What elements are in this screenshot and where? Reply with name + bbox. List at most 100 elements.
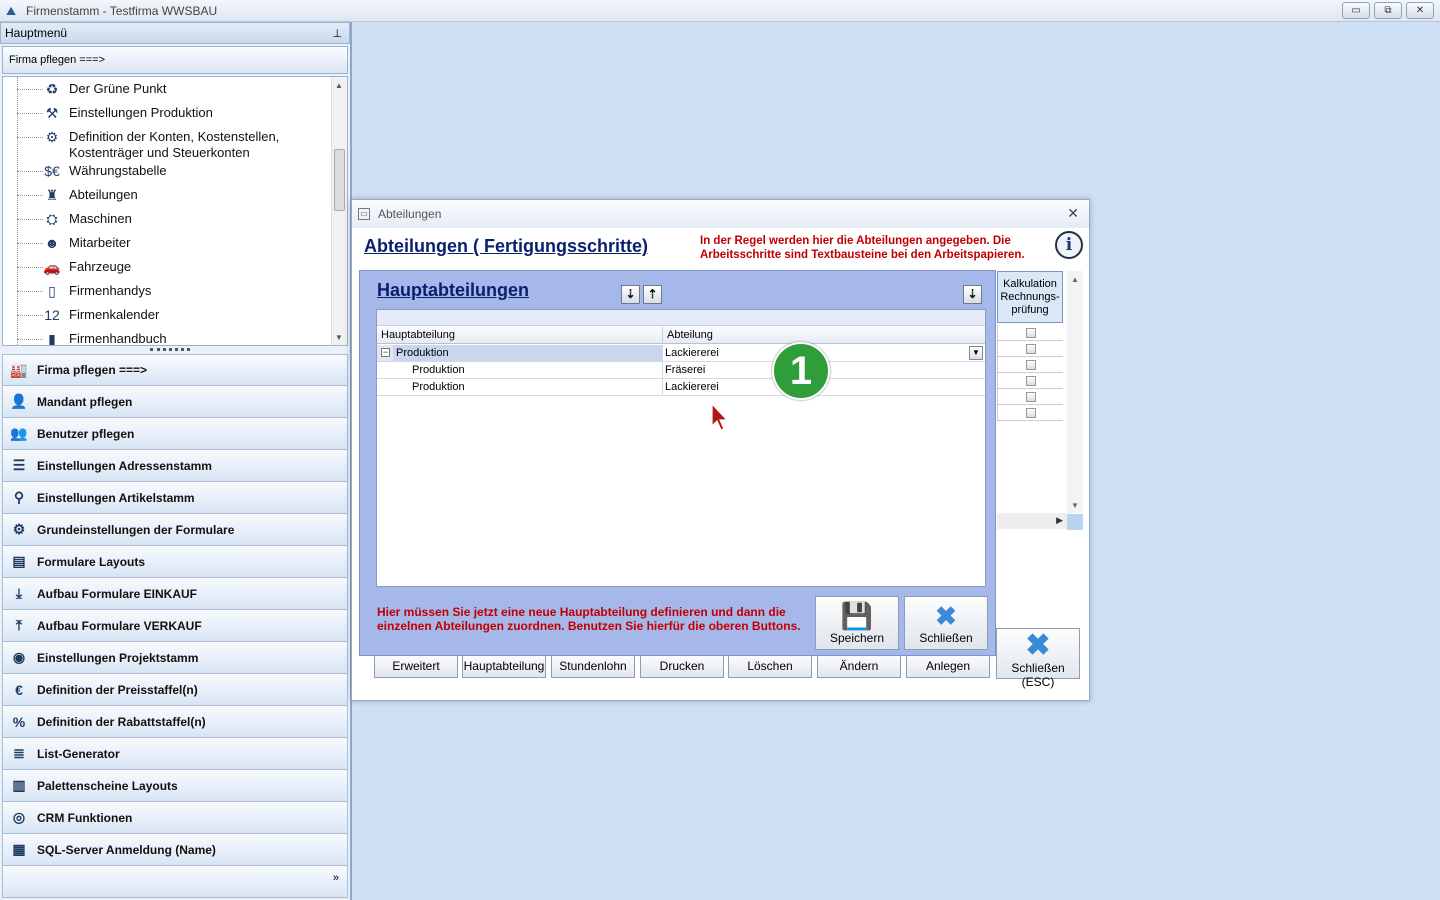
group-hauptabteilung-cell[interactable]: Produktion — [393, 345, 663, 361]
grid-vertical-scrollbar[interactable]: ▲ ▼ — [1067, 271, 1083, 513]
scroll-up-icon[interactable]: ▲ — [335, 81, 343, 90]
menu-item-label: SQL-Server Anmeldung (Name) — [37, 842, 216, 857]
tree-item[interactable]: 12 Firmenkalender — [41, 305, 159, 325]
menu-item-label: Definition der Rabattstaffel(n) — [37, 714, 206, 729]
kalk-row — [997, 389, 1063, 405]
close-window-button[interactable]: ✕ — [1406, 2, 1434, 19]
checkbox[interactable] — [1026, 360, 1036, 370]
info-icon[interactable]: i — [1055, 231, 1083, 259]
checkbox[interactable] — [1026, 408, 1036, 418]
menu-item[interactable]: ◉ Einstellungen Projektstamm — [2, 642, 348, 674]
menu-item[interactable]: ▤ Formulare Layouts — [2, 546, 348, 578]
scrollbar-thumb[interactable] — [334, 149, 345, 211]
current-section-bar[interactable]: Firma pflegen ===> — [2, 46, 348, 74]
scroll-right-icon[interactable]: ▶ — [1056, 515, 1063, 526]
main-menu-list: 🏭 Firma pflegen ===> 👤 Mandant pflegen 👥 Benu… — [2, 354, 348, 898]
tree-scrollbar[interactable]: ▲ ▼ — [331, 77, 347, 345]
scroll-down-icon[interactable]: ▼ — [335, 333, 343, 342]
scroll-up-icon[interactable]: ▲ — [1071, 275, 1079, 284]
client-icon: 👤 — [10, 393, 28, 409]
stundenlohn-button[interactable]: Stundenlohn — [551, 654, 635, 678]
tree-connector — [17, 171, 43, 172]
menu-item[interactable]: ☰ Einstellungen Adressenstamm — [2, 450, 348, 482]
loeschen-button[interactable]: Löschen — [728, 654, 812, 678]
tree-item-label: Maschinen — [69, 211, 132, 226]
tools-icon: ⚒ — [45, 104, 59, 121]
speichern-button[interactable]: 💾 Speichern — [815, 596, 899, 650]
menu-item[interactable]: ⚙ Grundeinstellungen der Formulare — [2, 514, 348, 546]
tree-connector — [17, 219, 43, 220]
menu-item[interactable]: % Definition der Rabattstaffel(n) — [2, 706, 348, 738]
checkbox[interactable] — [1026, 344, 1036, 354]
anlegen-button[interactable]: Anlegen — [906, 654, 990, 678]
menu-item[interactable]: 🏭 Firma pflegen ===> — [2, 354, 348, 386]
menu-item-label: Einstellungen Adressenstamm — [37, 458, 212, 473]
restore-button[interactable]: ⧉ — [1374, 2, 1402, 19]
grid-horizontal-scrollbar[interactable]: ▶ — [997, 513, 1067, 529]
hauptabteilung-cell[interactable]: Produktion — [409, 362, 663, 378]
panel-splitter[interactable] — [150, 348, 190, 352]
menu-item-label: Firma pflegen ===> — [37, 363, 148, 377]
collapse-icon[interactable]: − — [381, 348, 390, 357]
tree-item[interactable]: ⚒ Einstellungen Produktion — [41, 103, 213, 123]
move-up-button[interactable]: ⇡ — [643, 285, 662, 304]
menu-item[interactable]: € Definition der Preisstaffel(n) — [2, 674, 348, 706]
menu-item-label: Grundeinstellungen der Formulare — [37, 522, 235, 537]
tree-item-label: Fahrzeuge — [69, 259, 132, 274]
tree-item[interactable]: 🚗 Fahrzeuge — [41, 257, 131, 277]
tree-item[interactable]: ▯ Firmenhandys — [41, 281, 151, 301]
tree-item[interactable]: ☻ Mitarbeiter — [41, 233, 131, 253]
menu-item[interactable]: ◎ CRM Funktionen — [2, 802, 348, 834]
checkbox[interactable] — [1026, 392, 1036, 402]
tree-connector — [17, 89, 43, 90]
schliessen-esc-label: Schließen (ESC) — [1011, 661, 1065, 689]
article-icon: ⚲ — [13, 489, 25, 505]
dialog-close-icon[interactable]: ✕ — [1067, 205, 1079, 222]
tree-item[interactable]: ♻ Der Grüne Punkt — [41, 79, 167, 99]
tree-item[interactable]: $€ Währungstabelle — [41, 161, 166, 181]
minimize-button[interactable]: ▭ — [1342, 2, 1370, 19]
window-titlebar: ⛰ Firmenstamm - Testfirma WWSBAU ▭ ⧉ ✕ — [0, 0, 1440, 22]
menu-item[interactable]: ⤓ Aufbau Formulare EINKAUF — [2, 578, 348, 610]
column-header-hauptabteilung[interactable]: Hauptabteilung — [377, 327, 663, 344]
table-row[interactable]: Produktion Fräserei — [377, 362, 985, 379]
menu-item[interactable]: 👥 Benutzer pflegen — [2, 418, 348, 450]
menu-item[interactable]: ≣ List-Generator — [2, 738, 348, 770]
kalk-row — [997, 341, 1063, 357]
hauptabteilung-button[interactable]: Hauptabteilung — [462, 654, 546, 678]
dialog-titlebar: ▭ Abteilungen — [352, 200, 1089, 228]
tree-connector — [17, 137, 43, 138]
checkbox[interactable] — [1026, 376, 1036, 386]
table-row[interactable]: Produktion Lackiererei — [377, 379, 985, 396]
close-x-icon: ✖ — [935, 601, 957, 631]
pin-icon[interactable]: ⊥ — [332, 27, 342, 40]
hauptabteilung-cell[interactable]: Produktion — [409, 379, 663, 395]
scroll-down-icon[interactable]: ▼ — [1071, 501, 1079, 510]
schliessen-esc-button[interactable]: ✖ Schließen (ESC) — [996, 628, 1080, 689]
column-header-abteilung[interactable]: Abteilung — [663, 327, 985, 344]
menu-item[interactable]: 👤 Mandant pflegen — [2, 386, 348, 418]
tree-item[interactable]: ⛭ Maschinen — [41, 209, 132, 229]
kalkulation-column-header[interactable]: Kalkulation Rechnungs-prüfung — [997, 271, 1063, 323]
schliessen-button[interactable]: ✖ Schließen — [904, 596, 988, 650]
tree-item[interactable]: ♜ Abteilungen — [41, 185, 138, 205]
table-row-group[interactable]: − Produktion Lackiererei ▼ — [377, 345, 985, 362]
add-row-button[interactable]: ⇣ — [963, 285, 982, 304]
checkbox[interactable] — [1026, 328, 1036, 338]
dropdown-arrow-icon[interactable]: ▼ — [969, 346, 983, 360]
expand-chevron-icon[interactable]: » — [333, 872, 339, 884]
move-down-button[interactable]: ⇣ — [621, 285, 640, 304]
aendern-button[interactable]: Ändern — [817, 654, 901, 678]
calendar-icon: 12 — [44, 307, 60, 323]
menu-item[interactable]: ▦ SQL-Server Anmeldung (Name) — [2, 834, 348, 866]
menu-item[interactable]: ▥ Palettenscheine Layouts — [2, 770, 348, 802]
app-icon: ⛰ — [6, 3, 17, 18]
menu-item[interactable]: ⤒ Aufbau Formulare VERKAUF — [2, 610, 348, 642]
erweitert-button[interactable]: Erweitert — [374, 654, 458, 678]
hauptabteilungen-dialog: Hauptabteilungen ⇣ ⇡ ⇣ Hauptabteilung Ab… — [359, 270, 996, 656]
tree-item[interactable]: ▮ Firmenhandbuch — [41, 329, 166, 346]
tree-item[interactable]: ⚙ Definition der Konten, Kostenstellen, Ko… — [41, 127, 280, 161]
drucken-button[interactable]: Drucken — [640, 654, 724, 678]
menu-item[interactable]: ⚲ Einstellungen Artikelstamm — [2, 482, 348, 514]
form-layout-icon: ▤ — [12, 553, 26, 569]
